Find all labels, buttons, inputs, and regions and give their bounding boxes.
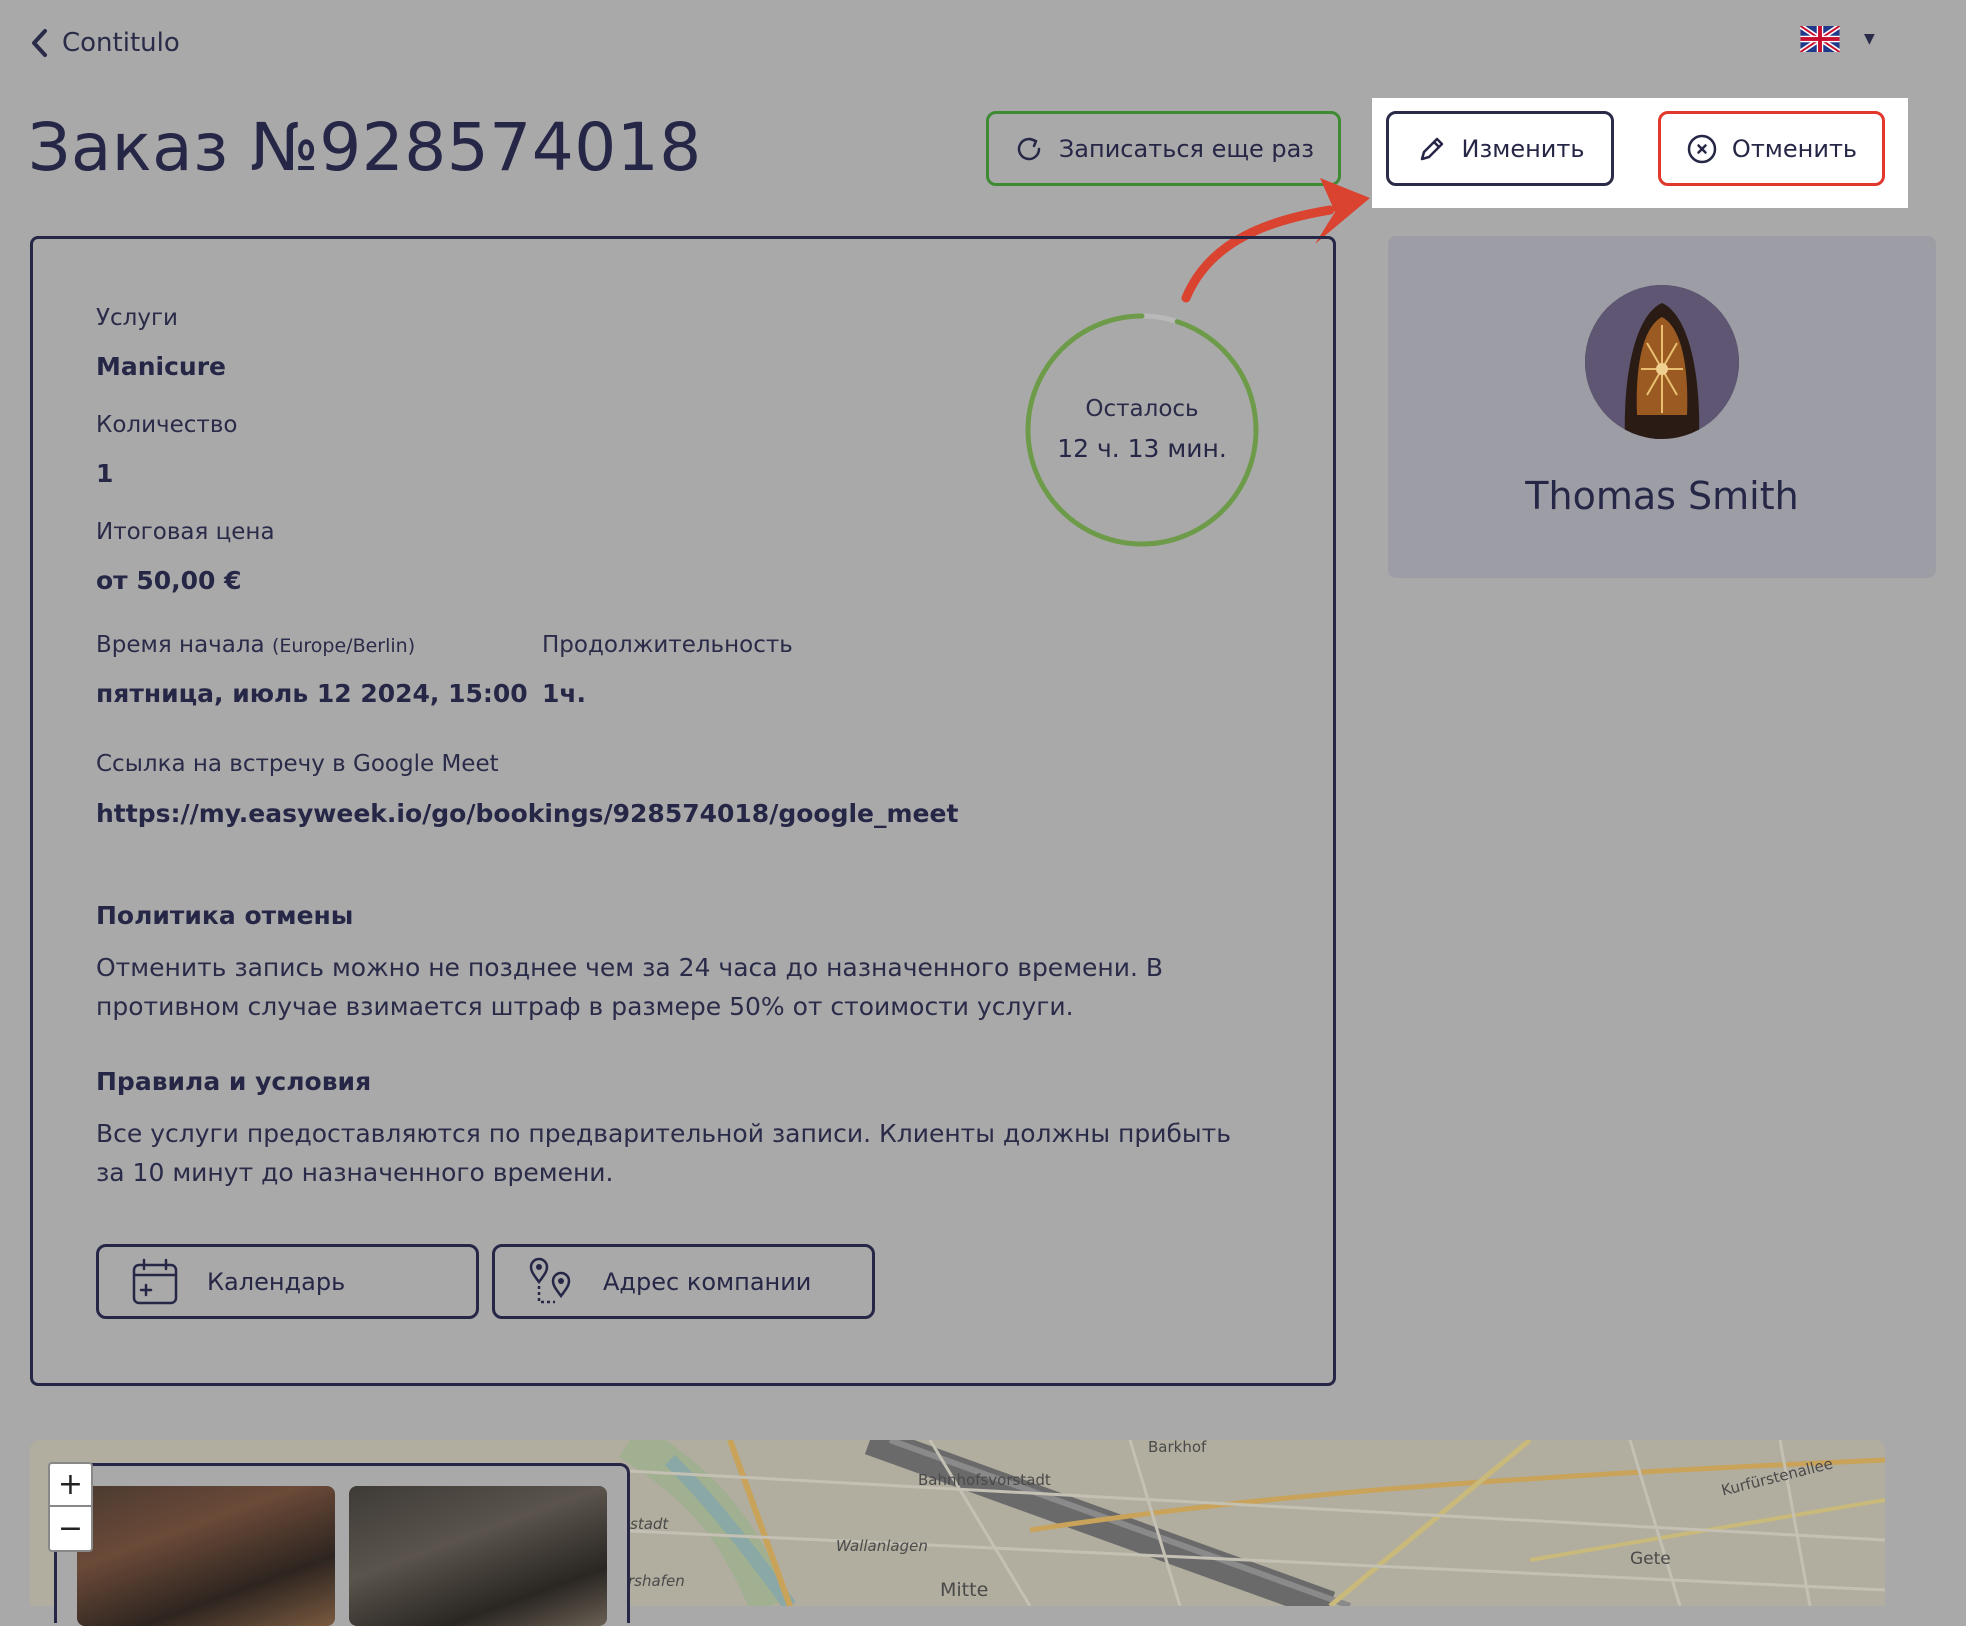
time-remaining-value: 12 ч. 13 мин. xyxy=(1057,434,1227,463)
pencil-icon xyxy=(1420,137,1443,160)
edit-label: Изменить xyxy=(1461,134,1585,163)
price-label: Итоговая цена xyxy=(96,519,275,545)
map-label-barkhof: Barkhof xyxy=(1148,1438,1207,1456)
company-address-button[interactable]: Адрес компании xyxy=(492,1244,875,1319)
cancel-button[interactable]: Отменить xyxy=(1658,111,1885,186)
refresh-icon xyxy=(1017,137,1041,160)
chevron-down-icon: ▼ xyxy=(1864,31,1875,47)
map-label-mitte: Mitte xyxy=(940,1579,989,1601)
terms-text: Все услуги предоставляются по предварите… xyxy=(96,1119,1231,1187)
time-remaining: Осталось 12 ч. 13 мин. xyxy=(1022,396,1262,463)
price-value: от 50,00 € xyxy=(96,566,242,595)
company-address-label: Адрес компании xyxy=(603,1267,812,1296)
map-label-stadt: stadt xyxy=(630,1515,669,1533)
chevron-left-icon xyxy=(32,29,47,57)
start-time-label: Время начала (Europe/Berlin) xyxy=(96,632,415,658)
start-time-value: пятница, июль 12 2024, 15:00 xyxy=(96,679,528,708)
calendar-add-icon xyxy=(132,1258,178,1304)
map-label-hafen: rshafen xyxy=(628,1572,685,1590)
map-label-gete: Gete xyxy=(1630,1549,1671,1569)
calendar-label: Календарь xyxy=(207,1267,346,1296)
meet-link-label: Ссылка на встречу в Google Meet xyxy=(96,751,499,777)
map-pin-route-icon xyxy=(529,1257,571,1303)
map-zoom-in-button[interactable]: + xyxy=(48,1462,93,1507)
gallery-photo[interactable] xyxy=(77,1486,335,1626)
close-circle-icon xyxy=(1687,134,1717,163)
page-title: Заказ №928574018 xyxy=(28,109,702,186)
duration-label: Продолжительность xyxy=(542,632,793,658)
avatar xyxy=(1585,285,1739,439)
terms-title: Правила и условия xyxy=(96,1067,372,1096)
duration-value: 1ч. xyxy=(542,679,587,708)
quantity-label: Количество xyxy=(96,412,238,438)
avatar-image xyxy=(1585,285,1739,439)
cancellation-policy-title: Политика отмены xyxy=(96,901,354,930)
rebook-label: Записаться еще раз xyxy=(1058,134,1315,163)
map-zoom-out-button[interactable]: − xyxy=(48,1507,93,1552)
add-to-calendar-button[interactable]: Календарь xyxy=(96,1244,479,1319)
start-time-label-text: Время начала xyxy=(96,632,265,658)
start-time-timezone: (Europe/Berlin) xyxy=(271,635,416,657)
back-label: Contitulo xyxy=(62,28,180,58)
cancellation-policy-text: Отменить запись можно не позднее чем за … xyxy=(96,953,1164,1021)
edit-button[interactable]: Изменить xyxy=(1386,111,1614,186)
services-value: Manicure xyxy=(96,352,227,381)
map-label-bahnhofsvorstadt: Bahnhofsvorstadt xyxy=(918,1471,1051,1489)
uk-flag-icon xyxy=(1800,26,1840,52)
gallery-photo[interactable] xyxy=(349,1486,607,1626)
master-name: Thomas Smith xyxy=(1525,474,1799,518)
quantity-value: 1 xyxy=(96,459,114,488)
services-label: Услуги xyxy=(96,305,179,331)
map-label-wallanlagen: Wallanlagen xyxy=(836,1537,928,1555)
meet-link[interactable]: https://my.easyweek.io/go/bookings/92857… xyxy=(96,799,958,828)
language-selector[interactable]: ▼ xyxy=(1800,26,1875,52)
cancel-label: Отменить xyxy=(1731,134,1858,163)
time-remaining-label: Осталось xyxy=(1085,396,1199,422)
back-link[interactable]: Contitulo xyxy=(30,20,180,66)
